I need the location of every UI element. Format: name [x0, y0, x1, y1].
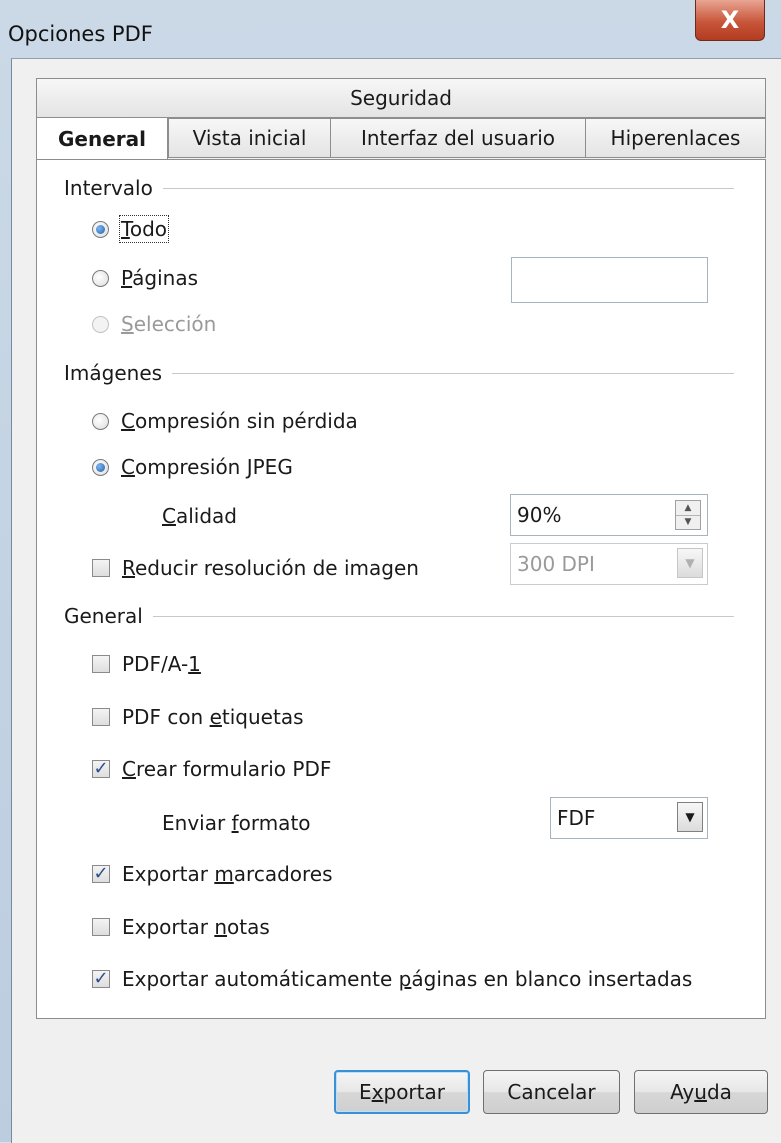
- calidad-label: Calidad: [162, 504, 237, 528]
- close-button[interactable]: X: [695, 0, 765, 41]
- radio-label: Selección: [121, 312, 217, 336]
- checkbox-label: Exportar automáticamente páginas en blan…: [122, 967, 693, 991]
- radio-button[interactable]: [92, 220, 109, 238]
- checkbox[interactable]: [92, 918, 110, 936]
- checkbox[interactable]: ✓: [92, 865, 110, 883]
- radio-selected-dot: [96, 462, 105, 472]
- button-label: Cancelar: [507, 1080, 596, 1104]
- checkbox-pdf-etiquetas[interactable]: PDF con etiquetas: [92, 705, 304, 729]
- section-heading: General: [64, 604, 143, 628]
- radio-label: Todo: [119, 215, 169, 243]
- spin-buttons[interactable]: ▲ ▼: [675, 500, 701, 530]
- radio-compresion-sin-perdida[interactable]: Compresión sin pérdida: [92, 409, 358, 433]
- radio-todo[interactable]: Todo: [92, 215, 169, 243]
- radio-label: Páginas: [121, 266, 199, 290]
- tab-seguridad[interactable]: Seguridad: [36, 78, 766, 118]
- tab-hiperenlaces[interactable]: Hiperenlaces: [585, 118, 766, 158]
- section-divider: [152, 615, 734, 617]
- close-icon: X: [720, 6, 740, 34]
- tab-interfaz-usuario[interactable]: Interfaz del usuario: [330, 118, 586, 158]
- radio-paginas[interactable]: Páginas: [92, 266, 198, 290]
- checkbox-exportar-marcadores[interactable]: ✓ Exportar marcadores: [92, 862, 333, 886]
- check-mark-icon: ✓: [93, 863, 109, 884]
- section-general: General: [64, 604, 734, 628]
- radio-selected-dot: [96, 224, 105, 234]
- checkbox[interactable]: [92, 655, 110, 673]
- ayuda-button[interactable]: Ayuda: [634, 1070, 768, 1114]
- check-mark-icon: ✓: [93, 758, 109, 779]
- tab-label: Vista inicial: [192, 126, 307, 150]
- checkbox-exportar-paginas-blanco[interactable]: ✓ Exportar automáticamente páginas en bl…: [92, 967, 692, 991]
- paginas-input[interactable]: [511, 257, 708, 303]
- section-intervalo: Intervalo: [64, 176, 734, 200]
- checkbox-crear-formulario[interactable]: ✓ Crear formulario PDF: [92, 757, 331, 781]
- window-title: Opciones PDF: [8, 22, 153, 46]
- chevron-down-icon[interactable]: ▼: [677, 802, 703, 832]
- checkbox-pdfa[interactable]: PDF/A-1: [92, 652, 201, 676]
- section-heading: Intervalo: [64, 176, 153, 200]
- radio-label: Compresión JPEG: [121, 455, 293, 479]
- radio-button[interactable]: [92, 458, 109, 476]
- chevron-down-icon: ▼: [677, 548, 703, 578]
- checkbox-label: Reducir resolución de imagen: [122, 556, 419, 580]
- radio-compresion-jpeg[interactable]: Compresión JPEG: [92, 455, 293, 479]
- checkbox-exportar-notas[interactable]: Exportar notas: [92, 915, 270, 939]
- spin-up-icon[interactable]: ▲: [676, 501, 700, 516]
- radio-label: Compresión sin pérdida: [121, 409, 358, 433]
- tab-vista-inicial[interactable]: Vista inicial: [168, 118, 331, 158]
- section-divider: [172, 372, 734, 374]
- calidad-spinbox[interactable]: 90% ▲ ▼: [510, 494, 708, 536]
- enviar-formato-label: Enviar formato: [162, 811, 311, 835]
- checkbox-label: Exportar notas: [122, 915, 270, 939]
- radio-button: [92, 315, 109, 333]
- checkbox-label: Exportar marcadores: [122, 862, 333, 886]
- resolucion-value: 300 DPI: [517, 552, 595, 576]
- tab-label: Seguridad: [350, 86, 452, 110]
- tab-general[interactable]: General: [36, 117, 168, 160]
- checkbox[interactable]: [92, 559, 110, 577]
- tab-label: Interfaz del usuario: [360, 126, 556, 150]
- checkbox-label: Crear formulario PDF: [122, 757, 332, 781]
- checkbox-label: PDF con etiquetas: [122, 705, 304, 729]
- radio-button[interactable]: [92, 412, 109, 430]
- radio-button[interactable]: [92, 269, 109, 287]
- section-imagenes: Imágenes: [64, 361, 734, 385]
- section-heading: Imágenes: [64, 361, 163, 385]
- enviar-formato-dropdown[interactable]: FDF ▼: [550, 797, 708, 839]
- section-divider: [162, 187, 734, 189]
- checkbox[interactable]: ✓: [92, 970, 110, 988]
- checkbox[interactable]: ✓: [92, 760, 110, 778]
- resolucion-dropdown: 300 DPI ▼: [510, 543, 708, 585]
- cancelar-button[interactable]: Cancelar: [483, 1070, 620, 1114]
- tab-label: Hiperenlaces: [610, 126, 741, 150]
- formato-value: FDF: [557, 806, 596, 830]
- tab-label: General: [58, 127, 146, 151]
- check-mark-icon: ✓: [93, 968, 109, 989]
- checkbox-label: PDF/A-1: [122, 652, 201, 676]
- checkbox-reducir-resolucion[interactable]: Reducir resolución de imagen: [92, 556, 419, 580]
- radio-seleccion: Selección: [92, 312, 216, 336]
- checkbox[interactable]: [92, 708, 110, 726]
- exportar-button[interactable]: Exportar: [334, 1070, 470, 1114]
- calidad-value: 90%: [517, 503, 562, 527]
- spin-down-icon[interactable]: ▼: [676, 516, 700, 530]
